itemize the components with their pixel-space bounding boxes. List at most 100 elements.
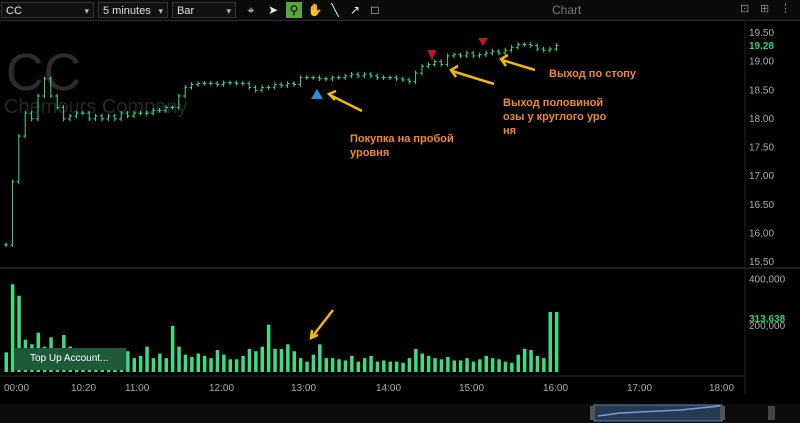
time-tick-label: 14:00: [376, 383, 401, 394]
volume-bar: [356, 361, 360, 372]
volume-bar: [414, 348, 418, 372]
price-bar: [343, 73, 348, 80]
price-bar: [426, 62, 431, 69]
arrow-exit-stop-icon: [501, 58, 536, 72]
price-bar: [464, 50, 469, 59]
volume-bar: [471, 361, 476, 372]
price-tick-label: 18.00: [749, 114, 774, 125]
time-tick-label: 16:00: [543, 383, 568, 394]
price-bar: [298, 75, 303, 87]
volume-bar: [247, 348, 252, 372]
price-bar: [496, 49, 501, 56]
time-tick-label: 18:00: [709, 383, 734, 394]
watermark-symbol: CC: [6, 44, 81, 102]
volume-bar: [279, 348, 284, 372]
price-bar: [516, 42, 520, 50]
navigator-left-handle[interactable]: [590, 406, 595, 420]
volume-bar: [202, 355, 207, 372]
volume-bar: [209, 358, 213, 372]
time-tick-label: 12:00: [209, 383, 234, 394]
price-bar: [522, 42, 527, 47]
time-tick-label: 13:00: [291, 383, 316, 394]
price-bar: [375, 73, 380, 80]
volume-bar: [446, 356, 450, 372]
time-tick-label: 17:00: [627, 383, 652, 394]
buy-marker-icon: [311, 89, 323, 99]
volume-bar: [516, 354, 520, 372]
volume-bar: [177, 346, 181, 372]
volume-bar: [554, 311, 559, 372]
volume-bar: [420, 353, 424, 372]
price-bar: [304, 75, 309, 80]
volume-bar: [388, 361, 392, 372]
price-bar: [452, 52, 456, 59]
volume-bar: [273, 348, 277, 372]
volume-bar: [126, 351, 130, 372]
price-bar: [349, 71, 354, 79]
price-bar: [311, 75, 316, 80]
volume-bar: [401, 362, 405, 372]
volume-bar: [158, 353, 162, 372]
price-bar: [234, 80, 239, 86]
volume-bar: [145, 346, 149, 372]
arrow-exit-half-icon: [451, 69, 495, 86]
price-bar: [247, 81, 252, 90]
volume-bar: [490, 358, 495, 372]
volume-bar: [292, 351, 296, 372]
price-tick-label: 16.00: [749, 228, 774, 239]
price-bar: [215, 81, 220, 87]
price-bar: [554, 43, 559, 52]
price-bar: [535, 43, 540, 52]
price-bar: [228, 80, 232, 86]
volume-bar: [138, 355, 143, 372]
volume-bar: [164, 358, 168, 372]
price-tick-label: 15.50: [749, 257, 774, 268]
volume-bar: [196, 353, 200, 372]
price-bar: [407, 77, 412, 84]
volume-bar: [266, 324, 271, 372]
price-bar: [253, 85, 258, 93]
price-bar: [368, 71, 373, 79]
volume-bar: [510, 362, 514, 372]
volume-bar: [407, 358, 412, 372]
price-bar: [266, 85, 271, 90]
arrow-buy-icon: [329, 93, 363, 113]
navigator-scroll-handle[interactable]: [768, 406, 775, 420]
volume-bar: [241, 355, 245, 372]
price-bar: [541, 46, 546, 53]
volume-bar: [426, 355, 431, 372]
price-bar: [324, 76, 328, 82]
volume-bar: [542, 358, 546, 372]
price-bar: [477, 52, 482, 59]
volume-bar: [286, 344, 290, 372]
price-bar: [548, 46, 552, 53]
volume-bar: [548, 311, 552, 372]
top-up-account-button[interactable]: Top Up Account...: [14, 348, 126, 370]
volume-bar: [337, 359, 341, 372]
price-bar: [471, 50, 476, 59]
price-bar: [10, 179, 15, 248]
sell-marker-icon: [427, 50, 437, 61]
price-bar: [420, 63, 424, 76]
price-bar: [285, 81, 290, 88]
time-tick-label: 11:00: [125, 383, 150, 394]
price-bar: [260, 85, 264, 93]
volume-bar: [362, 358, 367, 372]
volume-bar: [478, 359, 482, 372]
navigator-right-handle[interactable]: [720, 406, 725, 420]
time-axis: 00:00 10:20 11:00 12:00 13:00 14:00 15:00 16:00…: [4, 383, 734, 394]
price-bar: [356, 71, 360, 79]
price-bar: [272, 82, 277, 90]
volume-bar: [433, 358, 437, 372]
price-bar: [279, 82, 284, 88]
volume-bar: [318, 344, 322, 372]
price-bar: [484, 50, 488, 58]
volume-bar: [439, 359, 444, 372]
price-bar: [445, 53, 450, 67]
volume-bar: [228, 359, 232, 372]
volume-bar: [350, 355, 354, 372]
volume-bar: [260, 346, 264, 372]
price-bar: [330, 75, 335, 82]
price-bar: [240, 81, 245, 86]
price-axis: 19.50 19.00 18.50 18.00 17.50 17.00 16.50 16.00…: [749, 28, 774, 268]
